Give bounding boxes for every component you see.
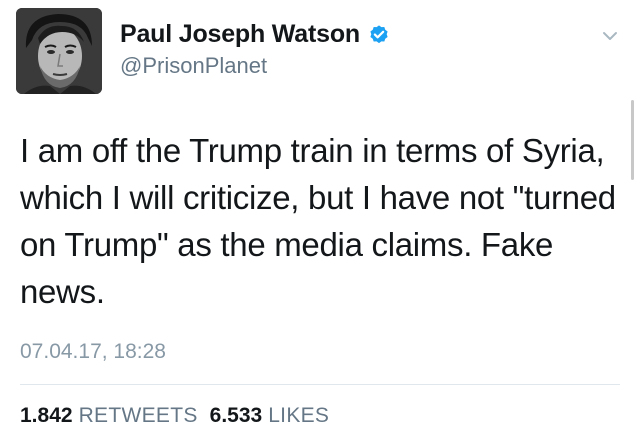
tweet-card: Paul Joseph Watson @PrisonPlanet I am of…	[0, 0, 640, 440]
tweet-text: I am off the Trump train in terms of Syr…	[20, 132, 616, 310]
chevron-down-icon	[603, 32, 617, 40]
retweets-count: 1.842	[20, 404, 73, 427]
tweet-timestamp[interactable]: 07.04.17, 18:28	[20, 340, 166, 364]
tweet-stats: 1.842 RETWEETS 6.533 LIKES	[20, 404, 329, 428]
likes-count: 6.533	[209, 404, 263, 427]
tweet-menu-button[interactable]	[600, 26, 620, 46]
verified-badge-icon	[368, 24, 390, 46]
author-display-name[interactable]: Paul Joseph Watson	[120, 20, 360, 49]
author-name-row: Paul Joseph Watson	[120, 20, 390, 49]
retweets-stat[interactable]: 1.842 RETWEETS	[20, 404, 198, 428]
likes-stat[interactable]: 6.533 LIKES	[210, 404, 330, 428]
retweets-label: RETWEETS	[78, 404, 198, 427]
divider	[20, 384, 620, 385]
profile-photo-icon	[16, 8, 102, 94]
likes-label: LIKES	[268, 404, 330, 427]
scrollbar[interactable]	[631, 100, 634, 180]
avatar[interactable]	[16, 8, 102, 94]
author-handle[interactable]: @PrisonPlanet	[120, 53, 267, 79]
